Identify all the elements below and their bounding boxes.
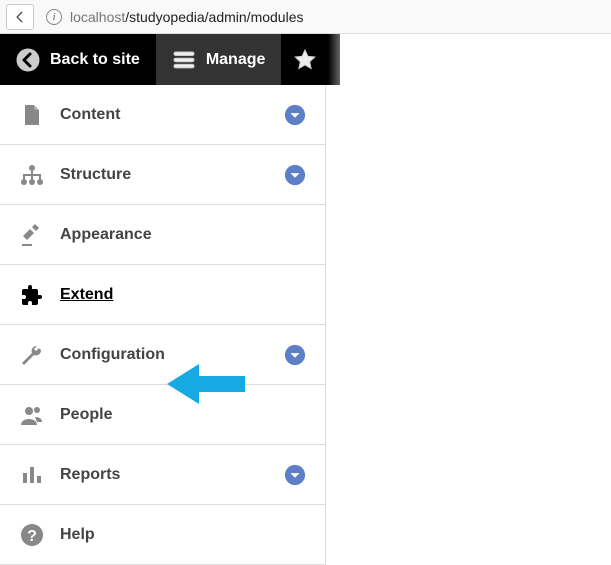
menu-item-label: Content [60,106,267,124]
wrench-icon [20,343,44,367]
admin-toolbar: Back to site Manage [0,34,340,85]
overflow-fade [328,34,340,85]
bar-chart-icon [20,463,44,487]
menu-item-configuration[interactable]: Configuration [0,325,325,385]
menu-item-label: Structure [60,166,267,184]
manage-label: Manage [206,51,266,69]
back-to-site-button[interactable]: Back to site [0,34,156,85]
chevron-down-icon[interactable] [283,343,307,367]
back-to-site-label: Back to site [50,51,140,69]
menu-item-label: Reports [60,466,267,484]
help-icon: ? [20,523,44,547]
url-bar[interactable]: i localhost/studyopedia/admin/modules [40,4,605,30]
menu-item-structure[interactable]: Structure [0,145,325,205]
menu-item-label: Help [60,526,307,544]
menu-item-label: People [60,406,307,424]
circle-arrow-left-icon [16,48,40,72]
manage-button[interactable]: Manage [156,34,282,85]
menu-item-content[interactable]: Content [0,85,325,145]
browser-bar: i localhost/studyopedia/admin/modules [0,0,611,34]
browser-back-button[interactable] [6,4,34,30]
svg-text:?: ? [27,528,37,545]
chevron-down-icon[interactable] [283,163,307,187]
menu-item-help[interactable]: ? Help [0,505,325,565]
document-icon [20,103,44,127]
hamburger-icon [172,48,196,72]
people-icon [20,403,44,427]
menu-item-people[interactable]: People [0,385,325,445]
hierarchy-icon [20,163,44,187]
shortcuts-button[interactable] [281,34,327,85]
star-icon [293,48,317,72]
admin-menu: Content Structure Appearance Extend Conf… [0,85,326,565]
menu-item-extend[interactable]: Extend [0,265,325,325]
arrow-left-icon [13,10,27,24]
menu-item-label: Extend [60,286,307,304]
info-icon: i [46,9,62,25]
chevron-down-icon[interactable] [283,103,307,127]
menu-item-appearance[interactable]: Appearance [0,205,325,265]
menu-item-label: Appearance [60,226,307,244]
menu-item-reports[interactable]: Reports [0,445,325,505]
puzzle-icon [20,283,44,307]
gavel-icon [20,223,44,247]
chevron-down-icon[interactable] [283,463,307,487]
menu-item-label: Configuration [60,346,267,364]
url-text: localhost/studyopedia/admin/modules [70,9,304,25]
